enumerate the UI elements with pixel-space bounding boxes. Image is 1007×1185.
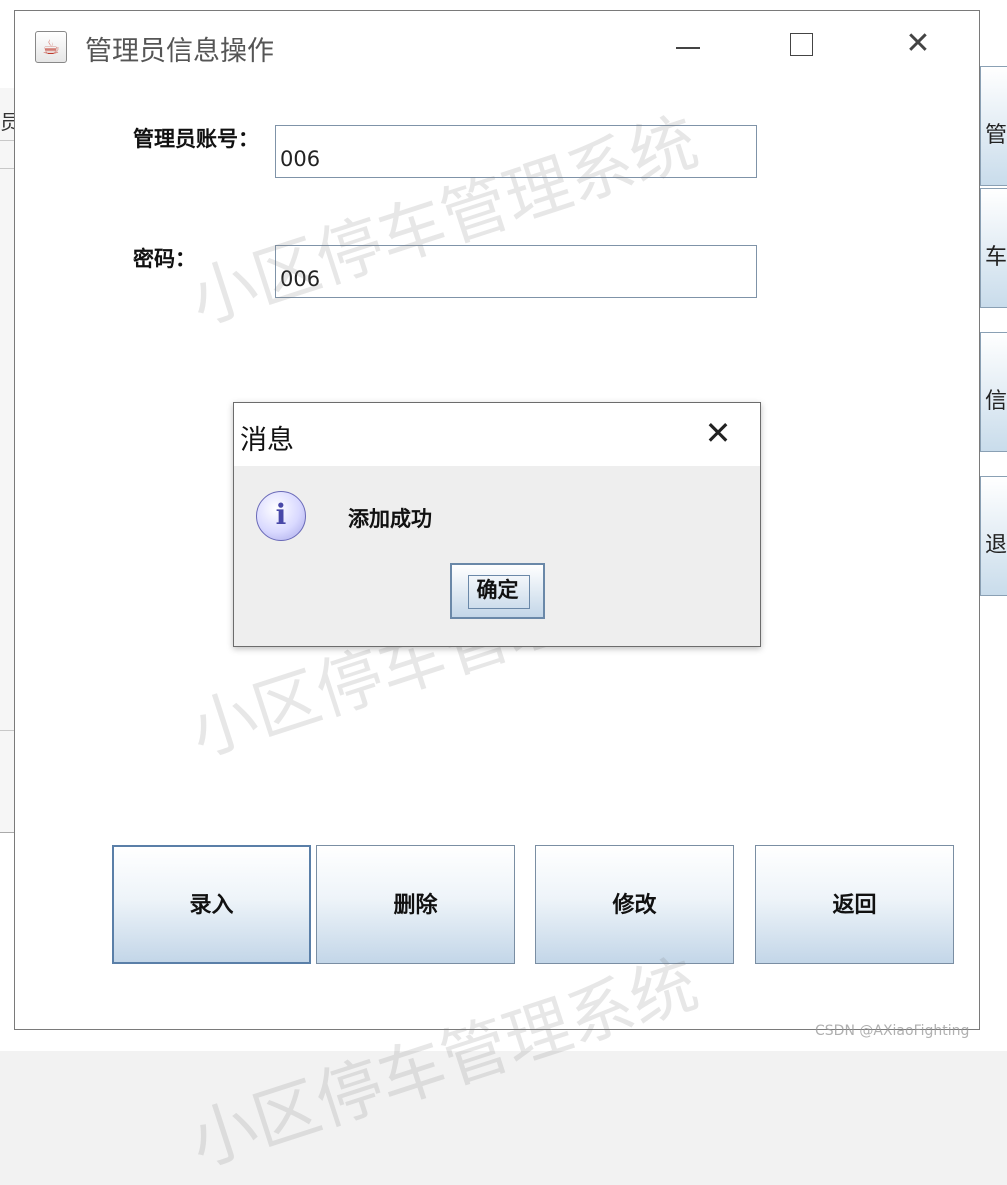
maximize-icon[interactable] [790,33,813,56]
background-divider [0,730,14,731]
account-label: 管理员账号： [133,127,259,151]
minimize-icon[interactable] [673,29,703,59]
background-top-strip [0,0,1007,10]
dialog-title: 消息 [240,425,294,456]
dialog-message: 添加成功 [348,507,432,531]
delete-button[interactable]: 删除 [316,845,515,964]
background-divider [0,832,14,833]
window-title: 管理员信息操作 [85,36,274,67]
credit-watermark: CSDN @AXiaoFighting [815,1023,970,1039]
background-left-panel [0,88,15,833]
back-button[interactable]: 返回 [755,845,954,964]
password-field[interactable] [275,245,757,298]
add-button[interactable]: 录入 [112,845,311,964]
background-divider [0,140,14,141]
dialog-close-icon[interactable]: ✕ [700,415,736,451]
ok-button[interactable]: 确定 [450,563,545,619]
background-right-button-manage[interactable]: 管 [980,66,1007,186]
account-field[interactable] [275,125,757,178]
modify-button[interactable]: 修改 [535,845,734,964]
background-right-button-car[interactable]: 车 [980,188,1007,308]
close-icon[interactable]: ✕ [903,29,933,59]
password-label: 密码： [133,247,196,271]
background-divider [0,168,14,169]
background-right-button-exit[interactable]: 退 [980,476,1007,596]
dialog-title-bar[interactable]: 消息 ✕ [234,403,760,466]
info-icon: i [256,491,306,541]
java-cup-icon: ☕ [35,31,67,63]
background-right-button-info[interactable]: 信 [980,332,1007,452]
title-bar[interactable]: ☕ 管理员信息操作 ✕ [15,11,979,85]
message-dialog: 消息 ✕ i 添加成功 确定 [233,402,761,647]
